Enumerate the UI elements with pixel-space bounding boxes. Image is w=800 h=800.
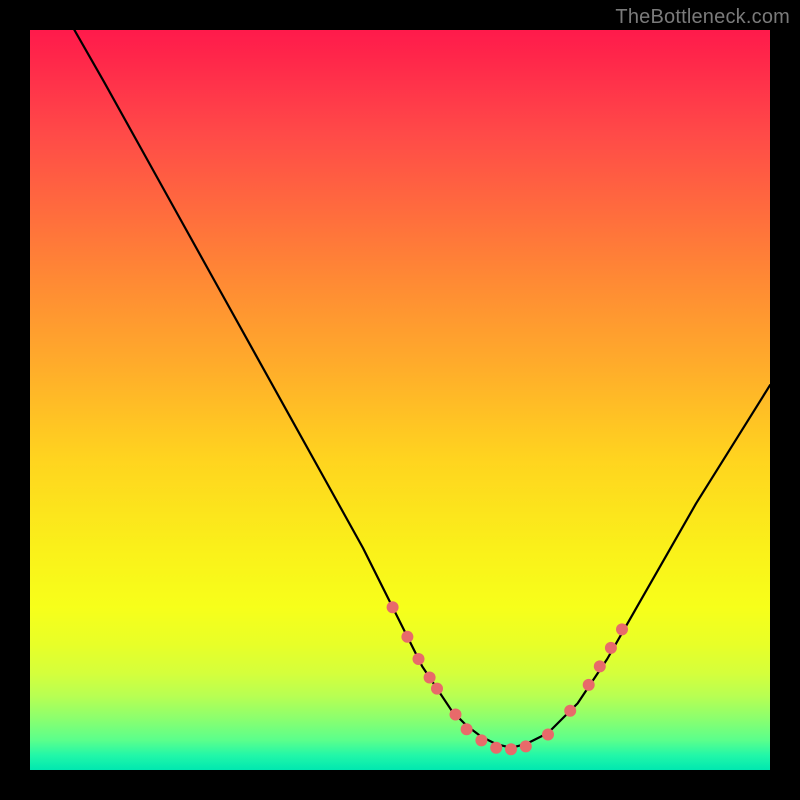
data-point bbox=[461, 723, 473, 735]
data-point bbox=[475, 734, 487, 746]
bottleneck-curve bbox=[74, 30, 770, 748]
data-point bbox=[505, 743, 517, 755]
plot-area bbox=[30, 30, 770, 770]
watermark-text: TheBottleneck.com bbox=[615, 6, 790, 29]
chart-stage: TheBottleneck.com bbox=[0, 0, 800, 800]
data-point bbox=[594, 660, 606, 672]
data-point bbox=[413, 653, 425, 665]
data-point bbox=[431, 683, 443, 695]
data-point bbox=[616, 623, 628, 635]
data-point bbox=[450, 709, 462, 721]
highlighted-points bbox=[387, 601, 628, 755]
data-point bbox=[490, 742, 502, 754]
data-point bbox=[387, 601, 399, 613]
data-point bbox=[605, 642, 617, 654]
data-point bbox=[564, 705, 576, 717]
chart-overlay bbox=[30, 30, 770, 770]
data-point bbox=[542, 728, 554, 740]
data-point bbox=[401, 631, 413, 643]
data-point bbox=[583, 679, 595, 691]
data-point bbox=[520, 740, 532, 752]
data-point bbox=[424, 672, 436, 684]
